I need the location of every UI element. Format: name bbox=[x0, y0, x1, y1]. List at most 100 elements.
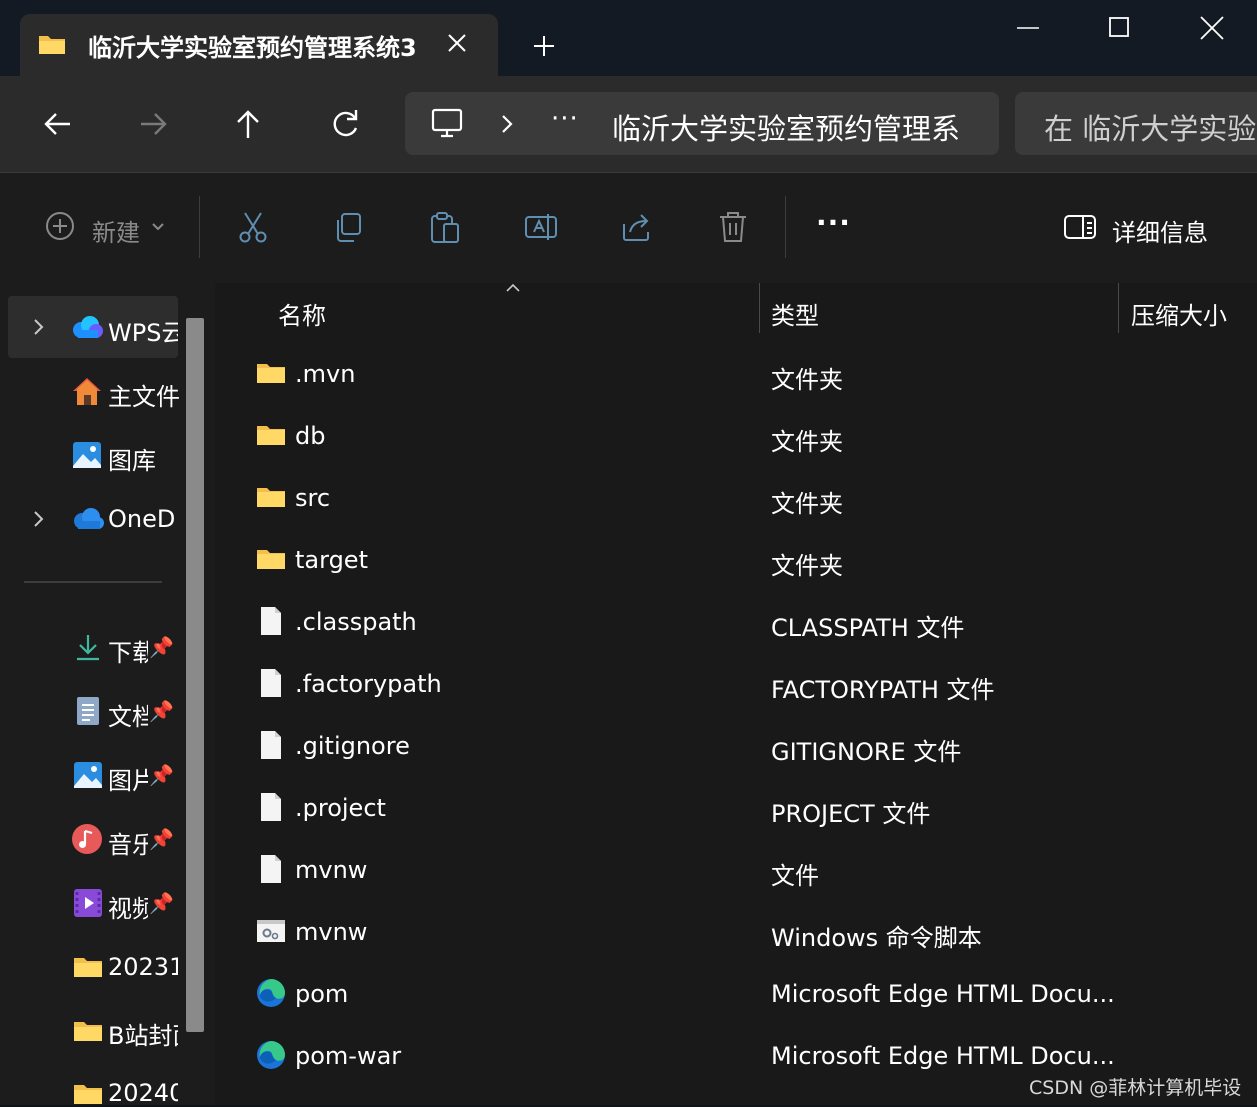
file-name[interactable]: pom bbox=[295, 980, 348, 1008]
watermark: CSDN @菲林计算机毕设 bbox=[1029, 1077, 1242, 1099]
details-pane-icon[interactable] bbox=[1063, 213, 1097, 241]
edge-icon bbox=[256, 978, 286, 1008]
file-row[interactable] bbox=[230, 478, 1250, 534]
sidebar-item-downloads[interactable]: 下载 bbox=[108, 633, 148, 668]
new-icon[interactable] bbox=[44, 210, 78, 244]
sidebar-item-videos[interactable]: 视频 bbox=[108, 889, 148, 924]
sidebar-item-folder-20240[interactable]: 20240 bbox=[108, 1079, 178, 1107]
folder-icon bbox=[256, 358, 286, 388]
address-path[interactable]: 临沂大学实验室预约管理系 bbox=[612, 106, 960, 148]
file-name[interactable]: db bbox=[295, 422, 325, 450]
gallery-icon bbox=[73, 442, 101, 468]
file-type: 文件夹 bbox=[771, 490, 843, 518]
paste-icon[interactable] bbox=[428, 210, 462, 244]
file-row[interactable] bbox=[230, 416, 1250, 472]
download-icon bbox=[77, 635, 99, 661]
sort-ascending-icon bbox=[506, 283, 520, 292]
file-type: Windows 命令脚本 bbox=[771, 924, 982, 952]
documents-icon bbox=[77, 697, 99, 725]
new-button[interactable]: 新建 bbox=[92, 213, 140, 248]
file-type: 文件夹 bbox=[771, 552, 843, 580]
sidebar-item-folder-bilibili[interactable]: B站封面 bbox=[108, 1016, 178, 1051]
file-icon bbox=[256, 792, 286, 822]
sidebar-scrollbar[interactable] bbox=[186, 318, 204, 1032]
column-header-name[interactable]: 名称 bbox=[278, 296, 326, 331]
copy-icon[interactable] bbox=[332, 210, 366, 244]
folder-icon bbox=[74, 1085, 102, 1104]
address-overflow-button[interactable]: ··· bbox=[551, 104, 579, 134]
pin-icon[interactable]: 📌 bbox=[149, 699, 174, 723]
folder-icon bbox=[39, 36, 65, 54]
file-icon bbox=[256, 606, 286, 636]
search-placeholder[interactable]: 在 临沂大学实验室 bbox=[1044, 106, 1257, 148]
file-type: Microsoft Edge HTML Docu... bbox=[771, 980, 1115, 1008]
more-options-button[interactable]: ··· bbox=[816, 206, 851, 239]
file-row[interactable] bbox=[230, 354, 1250, 410]
minimize-icon[interactable] bbox=[1015, 18, 1041, 38]
chevron-right-icon[interactable] bbox=[30, 316, 48, 338]
folder-icon bbox=[74, 958, 102, 977]
close-tab-icon[interactable] bbox=[444, 30, 470, 56]
sidebar-item-gallery[interactable]: 图库 bbox=[108, 441, 180, 476]
file-type: 文件夹 bbox=[771, 366, 843, 394]
sidebar-item-pictures[interactable]: 图片 bbox=[108, 761, 148, 796]
chevron-down-icon[interactable] bbox=[150, 220, 166, 234]
script-icon bbox=[256, 916, 286, 946]
sidebar-item-folder-20231[interactable]: 20231 bbox=[108, 953, 178, 981]
sidebar-item-onedrive[interactable]: OneD bbox=[108, 505, 178, 533]
chevron-right-icon[interactable] bbox=[497, 112, 517, 136]
up-arrow-icon[interactable] bbox=[230, 106, 266, 142]
file-type: FACTORYPATH 文件 bbox=[771, 676, 995, 704]
pin-icon[interactable]: 📌 bbox=[149, 635, 174, 659]
file-type: Microsoft Edge HTML Docu... bbox=[771, 1042, 1115, 1070]
folder-icon bbox=[74, 1022, 102, 1041]
home-icon bbox=[73, 378, 101, 405]
file-type: 文件夹 bbox=[771, 428, 843, 456]
file-row[interactable] bbox=[230, 912, 1250, 968]
back-arrow-icon[interactable] bbox=[40, 106, 76, 142]
pin-icon[interactable]: 📌 bbox=[149, 891, 174, 915]
file-name[interactable]: target bbox=[295, 546, 368, 574]
cut-icon[interactable] bbox=[236, 210, 270, 244]
file-name[interactable]: pom-war bbox=[295, 1042, 401, 1070]
onedrive-icon bbox=[74, 508, 104, 529]
delete-icon[interactable] bbox=[716, 210, 750, 244]
toolbar-divider bbox=[785, 196, 786, 258]
file-name[interactable]: .classpath bbox=[295, 608, 417, 636]
file-icon bbox=[256, 730, 286, 760]
sidebar-item-documents[interactable]: 文档 bbox=[108, 697, 148, 732]
rename-icon[interactable] bbox=[524, 210, 558, 244]
details-button[interactable]: 详细信息 bbox=[1112, 213, 1208, 248]
file-name[interactable]: src bbox=[295, 484, 330, 512]
file-name[interactable]: .mvn bbox=[295, 360, 355, 388]
tab-title: 临沂大学实验室预约管理系统3 bbox=[88, 34, 417, 62]
pin-icon[interactable]: 📌 bbox=[149, 827, 174, 851]
file-name[interactable]: mvnw bbox=[295, 918, 367, 946]
window-close-icon[interactable] bbox=[1198, 14, 1226, 42]
file-name[interactable]: .factorypath bbox=[295, 670, 442, 698]
share-icon[interactable] bbox=[620, 210, 654, 244]
file-name[interactable]: .project bbox=[295, 794, 386, 822]
file-row[interactable] bbox=[230, 850, 1250, 906]
file-name[interactable]: .gitignore bbox=[295, 732, 410, 760]
column-divider[interactable] bbox=[759, 283, 760, 333]
pin-icon[interactable]: 📌 bbox=[149, 763, 174, 787]
folder-icon bbox=[256, 544, 286, 574]
new-tab-icon[interactable] bbox=[531, 33, 557, 59]
sidebar-item-music[interactable]: 音乐 bbox=[108, 825, 148, 860]
forward-arrow-icon[interactable] bbox=[135, 106, 171, 142]
pictures-icon bbox=[74, 762, 102, 788]
edge-icon bbox=[256, 1040, 286, 1070]
folder-icon bbox=[256, 420, 286, 450]
maximize-icon[interactable] bbox=[1108, 16, 1130, 38]
refresh-icon[interactable] bbox=[327, 106, 363, 142]
sidebar-item-home[interactable]: 主文件 bbox=[108, 377, 180, 412]
file-name[interactable]: mvnw bbox=[295, 856, 367, 884]
this-pc-icon[interactable] bbox=[430, 107, 464, 139]
column-header-compressed-size[interactable]: 压缩大小 bbox=[1131, 296, 1227, 331]
sidebar-item-wps[interactable]: WPS云 bbox=[108, 313, 178, 348]
chevron-right-icon[interactable] bbox=[30, 508, 48, 530]
file-row[interactable] bbox=[230, 540, 1250, 596]
column-divider[interactable] bbox=[1118, 283, 1119, 333]
column-header-type[interactable]: 类型 bbox=[771, 296, 819, 331]
